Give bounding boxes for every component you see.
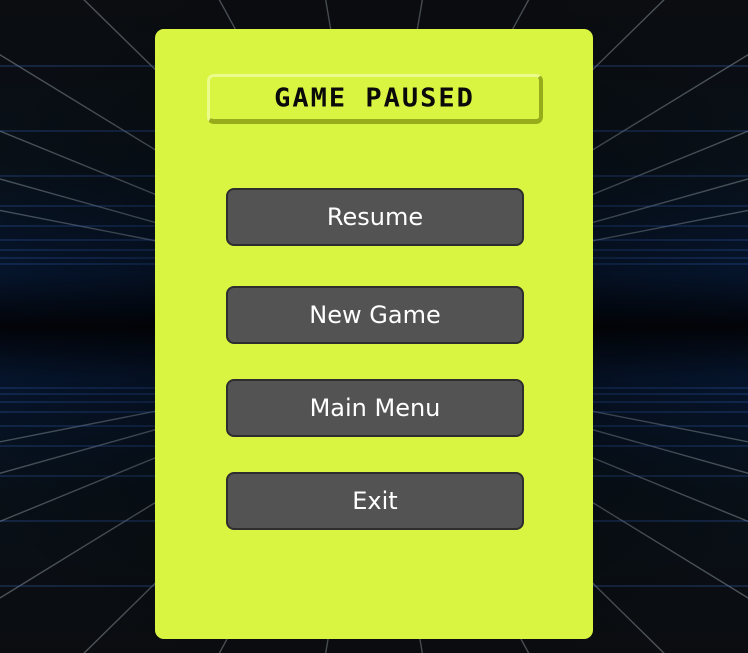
pause-menu-panel: GAME PAUSED Resume New Game Main Menu Ex… bbox=[155, 29, 593, 639]
new-game-button[interactable]: New Game bbox=[226, 286, 524, 344]
exit-button[interactable]: Exit bbox=[226, 472, 524, 530]
pause-title-plate: GAME PAUSED bbox=[207, 74, 543, 124]
pause-title: GAME PAUSED bbox=[274, 83, 475, 113]
resume-button[interactable]: Resume bbox=[226, 188, 524, 246]
main-menu-button[interactable]: Main Menu bbox=[226, 379, 524, 437]
